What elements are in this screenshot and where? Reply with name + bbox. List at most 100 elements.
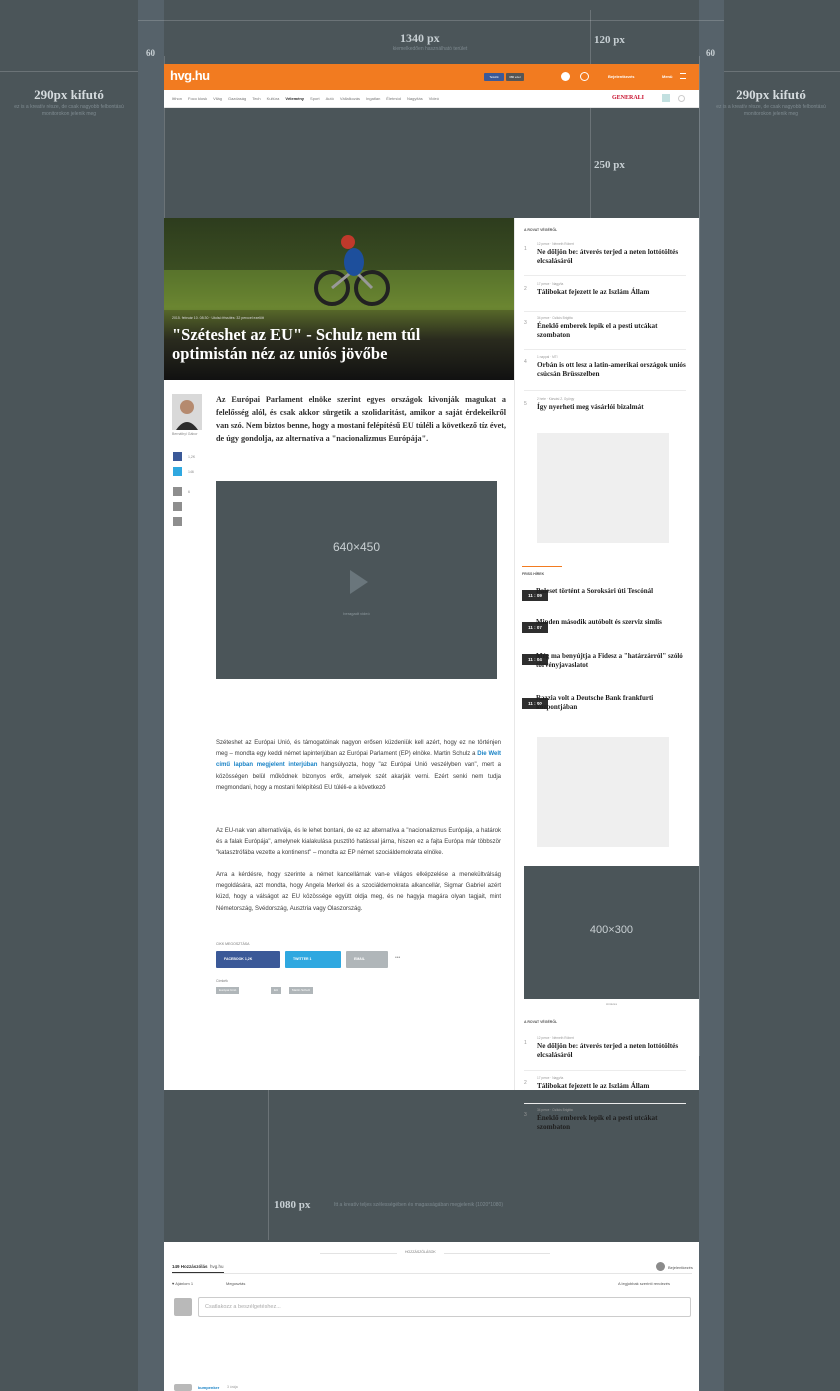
sidebar-article[interactable]: 2 17 perce · Nagy/ta Tálibokat fejezett le… xyxy=(524,282,686,312)
email-icon[interactable] xyxy=(173,502,182,511)
sort-dropdown[interactable]: A legjobbak szerinti rendezés xyxy=(618,1281,670,1286)
tag[interactable]: EU xyxy=(271,987,282,994)
settings-icon[interactable] xyxy=(561,72,570,81)
recommend-button[interactable]: ♥ Ajánlom 1 xyxy=(172,1281,193,1286)
guide-line xyxy=(724,71,840,72)
video-size-label: 640×450 xyxy=(332,540,381,554)
video-caption: beragadt videó xyxy=(343,611,370,616)
left-bleed-title: 290px kifutó xyxy=(34,87,104,102)
left-bleed-area xyxy=(0,0,138,1391)
nav-item[interactable]: Foco kiosk xyxy=(188,96,207,101)
tag[interactable]: Martin Schulz xyxy=(289,987,314,994)
sidebar-ad[interactable] xyxy=(537,737,669,847)
right-col-label: 120 px xyxy=(594,34,625,46)
comments-login[interactable]: Bejelentkezés xyxy=(668,1265,693,1270)
tag[interactable]: Európai Unió xyxy=(216,987,240,994)
current-user-avatar xyxy=(174,1298,192,1316)
facebook-count: 1,2K xyxy=(188,455,196,459)
right-bleed-sub: ez is a kreatív része, de csak nagyobb f… xyxy=(716,104,826,117)
left-bleed-sub: ez is a kreatív része, de csak nagyobb f… xyxy=(14,104,124,117)
nav-item[interactable]: Vállalkozás xyxy=(340,96,360,101)
site-tab[interactable]: hvg.hu xyxy=(210,1264,224,1269)
guide-line xyxy=(0,71,138,72)
sidebar-article[interactable]: 52 hete · Kárvási Z. György Így nyerheti … xyxy=(524,397,686,419)
guide-line xyxy=(268,1090,269,1240)
commenter-name[interactable]: kumpenker xyxy=(198,1385,219,1390)
login-link[interactable]: Bejelentkezés xyxy=(608,74,634,79)
divider xyxy=(172,1273,692,1274)
news-item[interactable]: Baleset történt a Soroksári úti Tescónál xyxy=(536,587,686,596)
sponsor-logo: GENERALI xyxy=(612,95,645,101)
comment-count[interactable]: 149 Hozzászólás xyxy=(172,1264,208,1269)
user-icon[interactable] xyxy=(656,1262,665,1271)
nav-item[interactable]: Világ xyxy=(213,96,222,101)
comment-icon[interactable] xyxy=(173,487,182,496)
commenter-avatar xyxy=(174,1384,192,1391)
tags-label: Címkék xyxy=(216,979,228,983)
comment-input[interactable]: Csatlakozz a beszélgetéshez... xyxy=(198,1297,691,1317)
news-item[interactable]: Minden második autóbolt és szerviz simli… xyxy=(536,618,686,627)
comment-count: 6 xyxy=(188,490,190,494)
play-icon[interactable] xyxy=(350,570,368,594)
sidebar-article[interactable]: 2 17 perce · Nagy/ta Tálibokat fejezett le… xyxy=(524,1076,686,1104)
nav-item[interactable]: Vélemény xyxy=(285,96,304,101)
guide-line xyxy=(138,20,724,21)
article-title: "Széteshet az EU" - Schulz nem túl optim… xyxy=(172,325,421,363)
nav-item[interactable]: Tech xyxy=(252,96,260,101)
search-icon[interactable] xyxy=(580,72,589,81)
article-paragraph: Arra a kérdésre, hogy szerinte a német k… xyxy=(216,872,501,912)
nav-items: Itthon Foco kiosk Világ Gazdaság Tech Kultúra… xyxy=(172,96,439,101)
article-paragraph: Az EU-nak van alternatívája, és le lehet… xyxy=(216,828,501,857)
app-icon[interactable] xyxy=(662,94,670,102)
facebook-like-button[interactable]: Tetszik xyxy=(484,73,504,81)
fresh-news-heading: FRISS HÍREK xyxy=(522,572,545,576)
sidebar-article[interactable]: 3 34 perce · Csikós Brigitta Éneklő embere… xyxy=(524,316,686,350)
nav-item[interactable]: Kultúra xyxy=(267,96,280,101)
hamburger-icon[interactable] xyxy=(680,73,686,79)
nav-item[interactable]: Videó xyxy=(429,96,439,101)
margin-right-label: 60 xyxy=(706,48,715,58)
right-bleed-title: 290px kifutó xyxy=(736,87,806,102)
sidebar-heading: A ROVAT VÉGÉRŐL xyxy=(524,228,558,232)
nav-item[interactable]: Életmód xyxy=(386,96,401,101)
article-lead: Az Európai Parlament elnöke szerint egye… xyxy=(216,395,506,443)
nav-item[interactable]: Itthon xyxy=(172,96,182,101)
author-name[interactable]: Bernáthyi Gábor xyxy=(172,432,202,437)
guide-line xyxy=(699,56,700,1056)
ad-top-label: 250 px xyxy=(594,159,625,171)
total-width-label: 1340 px xyxy=(400,31,440,45)
email-share-button[interactable]: EMAIL xyxy=(346,951,388,968)
facebook-share-button[interactable]: FACEBOOK 1,2K xyxy=(216,951,280,968)
nav-item[interactable]: Nagyítás xyxy=(407,96,423,101)
column-divider xyxy=(514,218,515,1090)
twitter-share-button[interactable]: TWITTER 1 xyxy=(285,951,341,968)
sidebar-heading: A ROVAT VÉGÉRŐL xyxy=(524,1020,558,1024)
more-share-button[interactable]: ••• xyxy=(395,955,400,961)
article-paragraph: Széteshet az Európai Unió, és támogatóin… xyxy=(216,740,502,791)
share-comments-button[interactable]: Megosztás xyxy=(226,1281,245,1286)
sidebar-article[interactable]: 3 34 perce · Csikós Brigitta Éneklő embere… xyxy=(524,1108,686,1138)
article-meta: 2015. február 10. 08:30 · Utolsó frissít… xyxy=(172,316,264,320)
menu-button[interactable]: Menü xyxy=(662,74,672,79)
facebook-icon[interactable] xyxy=(173,452,182,461)
like-count-badge: 380 ezer xyxy=(506,73,524,81)
sidebar-article[interactable]: 1 12 perce · Németh Róbert Ne dőljön be: á… xyxy=(524,1036,686,1071)
search-icon[interactable] xyxy=(678,95,685,102)
nav-item[interactable]: Gazdaság xyxy=(228,96,246,101)
news-item[interactable]: Razzia volt a Deutsche Bank frankfurti k… xyxy=(536,694,686,711)
twitter-count: 146 xyxy=(188,470,194,474)
news-item[interactable]: Még ma benyújtja a Fidesz a "határzárról… xyxy=(536,652,686,669)
sidebar-ad[interactable] xyxy=(537,433,669,543)
nav-item[interactable]: Sport xyxy=(310,96,320,101)
twitter-icon[interactable] xyxy=(173,467,182,476)
sidebar-article[interactable]: 41 nappal · MTI Orbán is ott lesz a latin… xyxy=(524,355,686,391)
print-icon[interactable] xyxy=(173,517,182,526)
total-width-sub: kiemelkedően használható terület xyxy=(392,46,468,52)
author-avatar[interactable] xyxy=(172,394,202,430)
site-logo[interactable]: hvg.hu xyxy=(170,68,210,83)
nav-item[interactable]: Autó xyxy=(326,96,334,101)
bottom-width-label: 1080 px xyxy=(274,1199,311,1211)
nav-item[interactable]: Ingatlan xyxy=(366,96,380,101)
ad-label: Hirdetés xyxy=(605,1002,618,1006)
sidebar-article[interactable]: 1 12 perce · Németh Róbert Ne dőljön be: á… xyxy=(524,242,686,276)
